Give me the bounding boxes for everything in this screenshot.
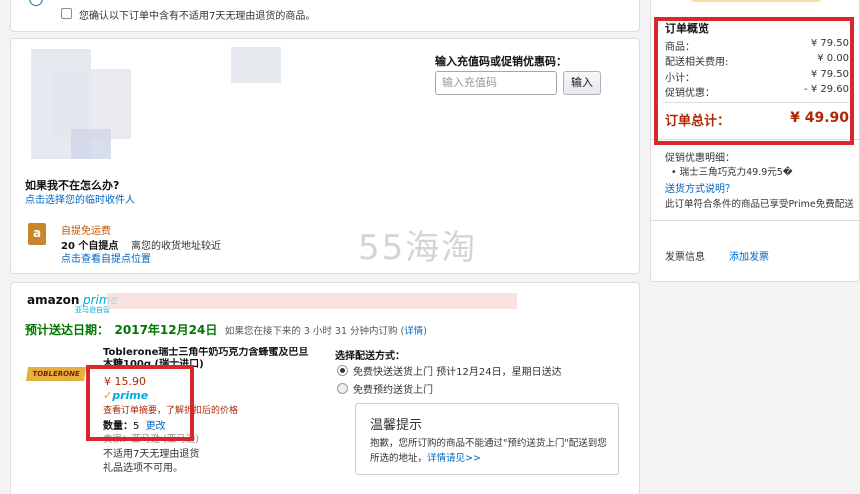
summary-divider-2	[651, 139, 859, 140]
ship-option-scheduled-radio[interactable]	[337, 383, 348, 394]
summary-row-shipping: 配送相关费用: ¥ 0.00	[665, 53, 849, 68]
promo-title: 输入充值码或促销优惠码：	[435, 55, 567, 68]
shipment-panel: amazon prime 亚马逊自营 预计送达日期： 2017年12月24日 如…	[10, 282, 640, 494]
ship-option-scheduled-label[interactable]: 免费预约送货上门	[353, 381, 433, 396]
prime-free-note: 此订单符合条件的商品已享受Prime免费配送	[665, 199, 854, 210]
amazon-prime-logo: amazon prime 亚马逊自营	[27, 293, 118, 315]
price-note: 查看订单摘要，了解折扣后的价格	[103, 406, 239, 416]
temp-recipient-link[interactable]: 点击选择您的临时收件人	[25, 191, 135, 206]
confirm-checkbox[interactable]	[61, 8, 72, 19]
prime-badge: ✓prime	[103, 389, 148, 402]
no-return-note: 不适用7天无理由退货	[103, 449, 200, 460]
info-circle-icon	[29, 0, 43, 6]
pickup-title: 自提免运费	[61, 226, 111, 237]
watermark: 55海淘	[358, 228, 478, 268]
tip-body-text: 抱歉，您所订购的商品不能通过"预约送货上门"配送到您所选的地址，	[370, 438, 607, 464]
confirm-panel: 您确认以下订单中含有不适用7天无理由退货的商品。	[10, 0, 640, 32]
delivery-note-close: )	[423, 326, 428, 337]
order-total-label: 订单总计：	[665, 114, 731, 129]
shipping-method-title: 选择配送方式：	[335, 351, 405, 362]
summary-title: 订单概览	[665, 22, 709, 35]
address-panel: 输入充值码或促销优惠码： 输入充值码 输入 如果我不在怎么办? 点击选择您的临时…	[10, 38, 640, 274]
order-total-row: 订单总计： ¥ 49.90	[665, 110, 849, 129]
no-gift-note: 礼品选项不可用。	[103, 463, 183, 474]
amazon-locker-icon: a	[28, 223, 46, 245]
tip-box: 温馨提示 抱歉，您所订购的商品不能通过"预约送货上门"配送到您所选的地址，详情请…	[355, 403, 619, 475]
place-order-button-edge[interactable]	[691, 0, 821, 2]
tip-details-link[interactable]: 详情请见>>	[427, 453, 481, 464]
promo-detail-title: 促销优惠明细：	[665, 153, 735, 164]
promo-apply-button[interactable]: 输入	[563, 71, 601, 95]
add-invoice-link[interactable]: 添加发票	[729, 248, 769, 263]
promo-detail-item: • 瑞士三角巧克力49.9元5�	[671, 167, 793, 178]
tip-title: 温馨提示	[370, 418, 423, 433]
promo-code-input[interactable]: 输入充值码	[435, 71, 557, 95]
delivery-date: 2017年12月24日	[114, 323, 218, 337]
confirm-text: 您确认以下订单中含有不适用7天无理由退货的商品。	[79, 11, 316, 22]
order-summary-panel: 订单概览 商品： ¥ 79.50 配送相关费用: ¥ 0.00 小计： ¥ 79.50…	[650, 0, 860, 282]
delivery-note: 如果您在接下来的 3 小时 31 分钟内订购 (	[224, 326, 405, 337]
delivery-label: 预计送达日期：	[25, 323, 110, 337]
product-image: TOBLERONE	[26, 367, 86, 381]
ship-option-express-label[interactable]: 免费快送送货上门 预计12月24日，星期日送达	[353, 363, 562, 378]
delivery-date-line: 预计送达日期： 2017年12月24日 如果您在接下来的 3 小时 31 分钟内…	[25, 321, 427, 338]
delivery-details-link[interactable]: 详情	[404, 326, 423, 337]
seller-info: 卖家：亚马逊 (亚马逊)	[103, 434, 199, 445]
prime-badge-label: prime	[112, 389, 149, 402]
summary-divider-3	[651, 220, 859, 221]
summary-row-promo: 促销优惠： - ¥ 29.60	[665, 84, 849, 99]
product-name[interactable]: Toblerone瑞士三角牛奶巧克力含蜂蜜及巴旦木糖100g (瑞士进口)	[103, 347, 315, 369]
tip-body: 抱歉，您所订购的商品不能通过"预约送货上门"配送到您所选的地址，详情请见>>	[370, 436, 610, 466]
invoice-label: 发票信息	[665, 252, 705, 263]
blurred-shipment-info	[107, 293, 517, 309]
pickup-locations-link[interactable]: 点击查看自提点位置	[61, 250, 151, 265]
ship-method-link[interactable]: 送货方式说明？	[665, 180, 735, 195]
amazon-wordmark: amazon	[27, 293, 80, 307]
summary-row-items: 商品： ¥ 79.50	[665, 38, 849, 53]
quantity-line: 数量：5 更改	[103, 417, 166, 432]
prime-check-icon: ✓	[103, 389, 113, 402]
summary-divider	[663, 102, 849, 103]
ship-option-express-radio[interactable]	[337, 365, 348, 376]
product-price: ¥ 15.90	[104, 375, 146, 388]
summary-row-subtotal: 小计： ¥ 79.50	[665, 69, 849, 84]
order-total-value: ¥ 49.90	[790, 110, 849, 126]
